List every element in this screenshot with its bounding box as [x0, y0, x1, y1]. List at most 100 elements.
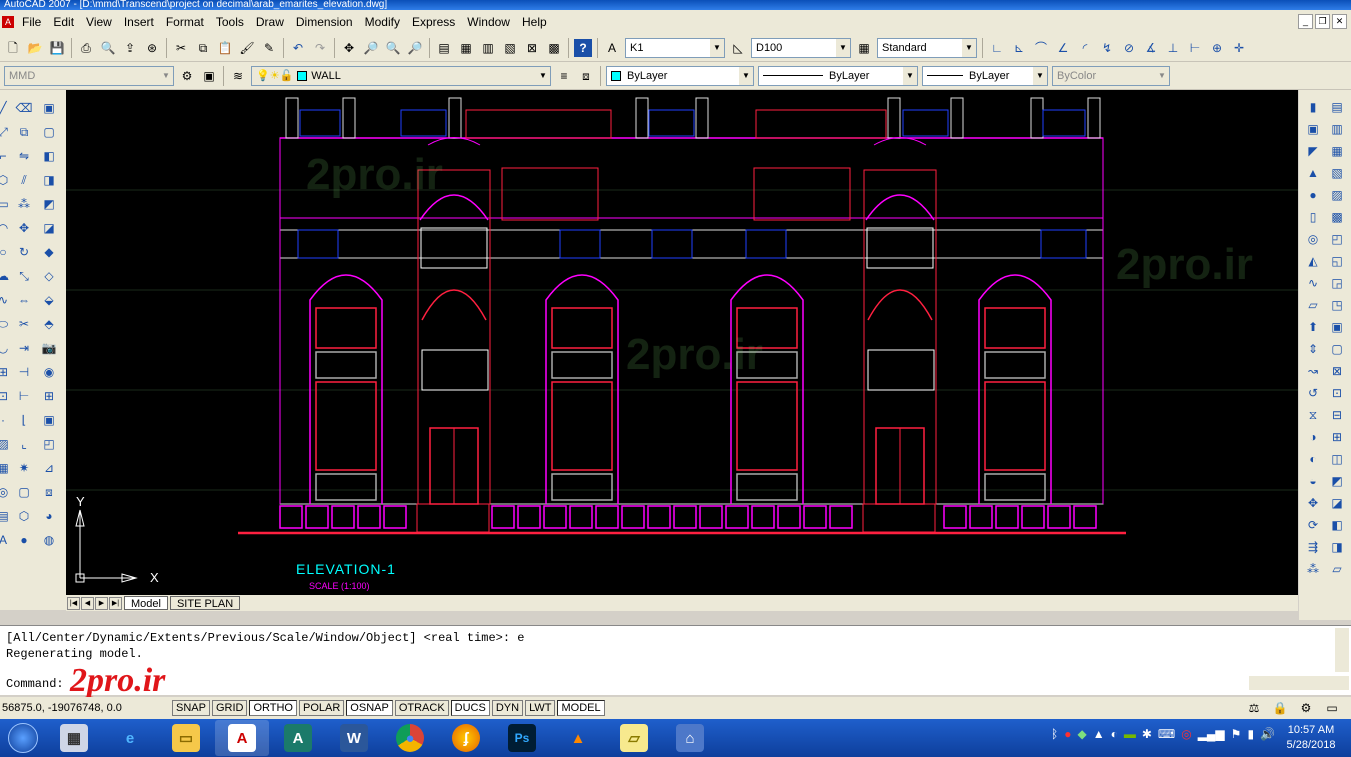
- menu-help[interactable]: Help: [516, 15, 553, 29]
- menu-insert[interactable]: Insert: [118, 15, 160, 29]
- workspace-settings-icon[interactable]: ⚙: [178, 67, 196, 85]
- subtract-icon[interactable]: ◐: [1304, 449, 1322, 469]
- open-icon[interactable]: 📂: [26, 39, 44, 57]
- union-edit-icon[interactable]: ▤: [1328, 97, 1346, 117]
- gradient-icon[interactable]: ▦: [0, 458, 12, 478]
- lwt-toggle[interactable]: LWT: [525, 700, 556, 716]
- color-faces-icon[interactable]: ▣: [1328, 317, 1346, 337]
- polysolid-icon[interactable]: ▮: [1304, 97, 1322, 117]
- taskbar-app[interactable]: Ps: [495, 720, 549, 756]
- view-sw-iso-icon[interactable]: ◆: [40, 242, 58, 262]
- menu-window[interactable]: Window: [461, 15, 516, 29]
- ducs-toggle[interactable]: DUCS: [450, 700, 490, 716]
- layer-previous-icon[interactable]: ⧈: [577, 67, 595, 85]
- make-block-icon[interactable]: ⊡: [0, 386, 12, 406]
- menu-tools[interactable]: Tools: [210, 15, 250, 29]
- extend-icon[interactable]: ⇥: [15, 338, 33, 358]
- menu-modify[interactable]: Modify: [359, 15, 406, 29]
- view-left-icon[interactable]: ◧: [40, 146, 58, 166]
- cut-icon[interactable]: ✂: [172, 39, 190, 57]
- dim-radius-icon[interactable]: ◜: [1076, 39, 1094, 57]
- taper-faces-icon[interactable]: ◲: [1328, 273, 1346, 293]
- move-icon[interactable]: ✥: [15, 218, 33, 238]
- taskbar-app[interactable]: A: [271, 720, 325, 756]
- break-icon[interactable]: ⊣: [15, 362, 33, 382]
- array-icon[interactable]: ⁂: [15, 194, 33, 214]
- etransmit-icon[interactable]: ⊛: [143, 39, 161, 57]
- dim-diameter-icon[interactable]: ⊘: [1120, 39, 1138, 57]
- ellipse-arc-icon[interactable]: ◡: [0, 338, 12, 358]
- last-tab-icon[interactable]: ▶|: [109, 596, 122, 610]
- osnap-toggle[interactable]: OSNAP: [346, 700, 393, 716]
- menu-view[interactable]: View: [80, 15, 118, 29]
- tab-site-plan[interactable]: SITE PLAN: [169, 596, 241, 610]
- clock[interactable]: 10:57 AM 5/28/2018: [1281, 723, 1341, 753]
- loft-icon[interactable]: ⧖: [1304, 405, 1322, 425]
- command-scrollbar[interactable]: [1335, 628, 1349, 672]
- text-style-select[interactable]: K1 ▼: [625, 37, 725, 58]
- table-icon[interactable]: ▤: [0, 506, 12, 526]
- menu-dimension[interactable]: Dimension: [290, 15, 359, 29]
- plot-icon[interactable]: ⎙: [77, 39, 95, 57]
- match-properties-icon[interactable]: 🖌: [238, 39, 256, 57]
- restore-icon[interactable]: ❐: [1315, 14, 1330, 29]
- grid-toggle[interactable]: GRID: [211, 700, 248, 716]
- 3d-orbit-icon[interactable]: ⬡: [15, 506, 33, 526]
- copy-icon[interactable]: ⧉: [194, 39, 212, 57]
- taskbar-app[interactable]: A: [215, 720, 269, 756]
- ucs-world-icon[interactable]: ▣: [40, 410, 58, 430]
- materials-icon[interactable]: ◍: [40, 530, 58, 550]
- taskbar-app[interactable]: ●: [383, 720, 437, 756]
- erase-icon[interactable]: ⌫: [15, 98, 33, 118]
- ortho-toggle[interactable]: ORTHO: [249, 700, 297, 716]
- plot-preview-icon[interactable]: 🔍: [99, 39, 117, 57]
- volume-icon[interactable]: 🔊: [1260, 727, 1275, 741]
- cone-icon[interactable]: ▲: [1304, 163, 1322, 183]
- hatch-icon[interactable]: ▨: [0, 434, 12, 454]
- design-center-icon[interactable]: ▦: [457, 39, 475, 57]
- scale-icon[interactable]: ⤡: [15, 266, 33, 286]
- block-editor-icon[interactable]: ✎: [260, 39, 278, 57]
- bluetooth-tray-icon[interactable]: ✱: [1142, 727, 1152, 741]
- sphere-icon[interactable]: ●: [15, 530, 33, 550]
- coordinates-readout[interactable]: 56875.0, -19076748, 0.0: [0, 702, 172, 714]
- dyn-toggle[interactable]: DYN: [491, 700, 524, 716]
- chamfer-icon[interactable]: ⌊: [15, 410, 33, 430]
- view-nw-iso-icon[interactable]: ⬘: [40, 314, 58, 334]
- start-button[interactable]: [0, 719, 46, 757]
- presspull-icon[interactable]: ⇕: [1304, 339, 1322, 359]
- new-icon[interactable]: 🗋: [4, 39, 22, 57]
- shell-icon[interactable]: ◫: [1328, 449, 1346, 469]
- ucs-previous-icon[interactable]: ◰: [40, 434, 58, 454]
- color-select[interactable]: ByLayer ▼: [606, 65, 754, 86]
- taskbar-app[interactable]: e: [103, 720, 157, 756]
- menu-express[interactable]: Express: [406, 15, 461, 29]
- dim-angular-icon[interactable]: ∡: [1142, 39, 1160, 57]
- layer-select[interactable]: 💡 ☀ 🔓 WALL ▼: [251, 65, 551, 86]
- point-icon[interactable]: ·: [0, 410, 12, 430]
- mtext-icon[interactable]: A: [0, 530, 12, 550]
- clean-screen-icon[interactable]: ▭: [1323, 699, 1341, 717]
- model-toggle[interactable]: MODEL: [557, 700, 605, 716]
- first-tab-icon[interactable]: |◀: [67, 596, 80, 610]
- box-icon[interactable]: ▢: [15, 482, 33, 502]
- zoom-window-icon[interactable]: 🔍: [384, 39, 402, 57]
- construction-line-icon[interactable]: ⤢: [0, 122, 12, 142]
- move-faces-icon[interactable]: ▨: [1328, 185, 1346, 205]
- 3d-array-icon[interactable]: ⁂: [1304, 559, 1322, 579]
- tab-model[interactable]: Model: [124, 596, 168, 610]
- zoom-previous-icon[interactable]: 🔎: [406, 39, 424, 57]
- properties-icon[interactable]: ▤: [435, 39, 453, 57]
- taskbar-app[interactable]: ▱: [607, 720, 661, 756]
- separate-icon[interactable]: ⊞: [1328, 427, 1346, 447]
- ellipse-icon[interactable]: ⬭: [0, 314, 12, 334]
- copy-faces-icon[interactable]: ◳: [1328, 295, 1346, 315]
- workspace-save-icon[interactable]: ▣: [200, 67, 218, 85]
- dim-aligned-icon[interactable]: ⊾: [1010, 39, 1028, 57]
- dim-baseline-icon[interactable]: ⊥: [1164, 39, 1182, 57]
- 3d-move-icon[interactable]: ✥: [1304, 493, 1322, 513]
- offset-icon[interactable]: ⫽: [15, 170, 33, 190]
- make-layer-current-icon[interactable]: ≡: [555, 67, 573, 85]
- dim-tolerance-icon[interactable]: ⊕: [1208, 39, 1226, 57]
- trim-icon[interactable]: ✂: [15, 314, 33, 334]
